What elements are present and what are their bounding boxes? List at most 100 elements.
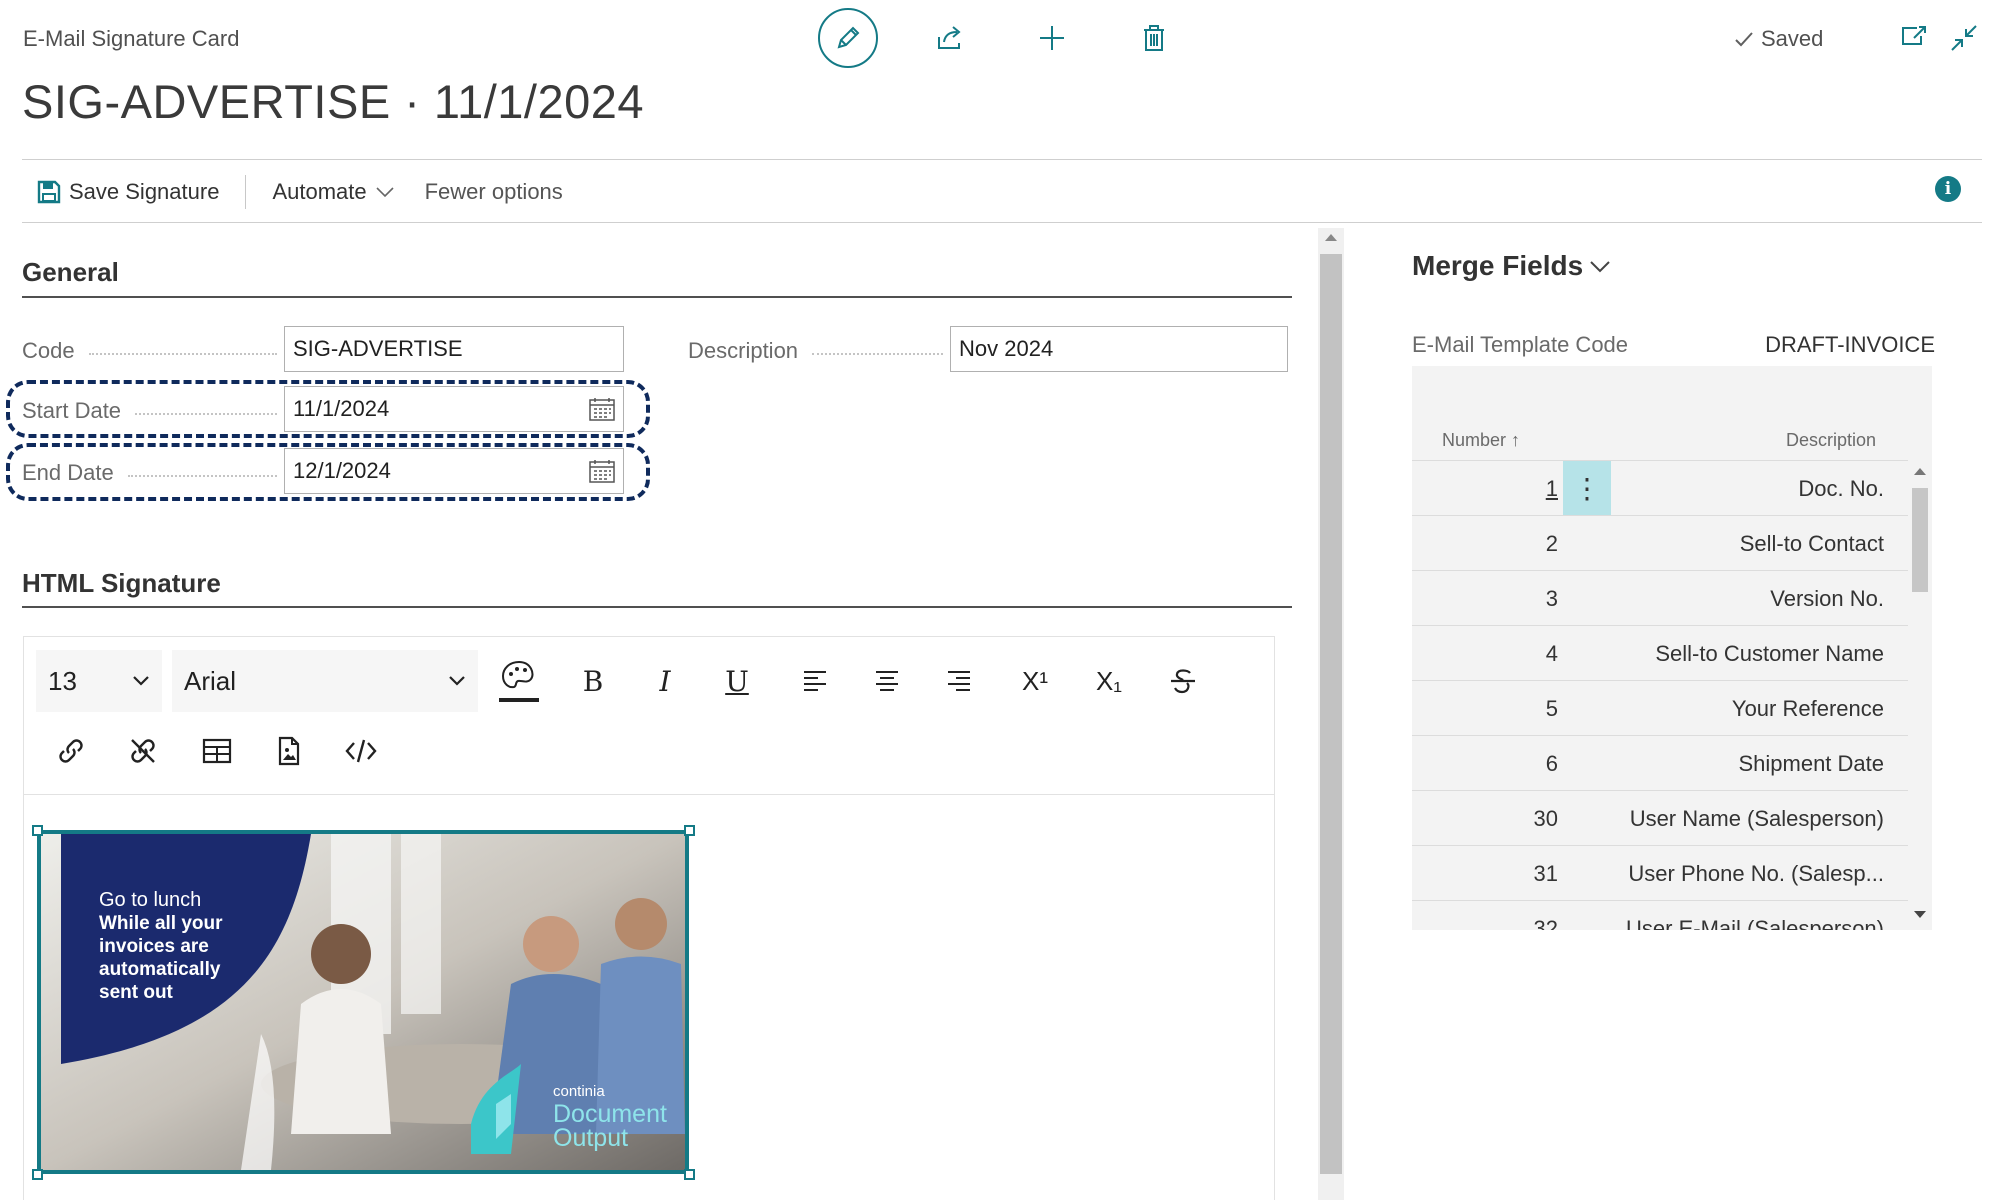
chevron-down-icon — [132, 675, 150, 687]
code-label-text: Code — [22, 338, 75, 363]
insert-image-button[interactable] — [264, 726, 314, 776]
merge-fields-title[interactable]: Merge Fields — [1412, 250, 1611, 282]
text-color-button[interactable] — [494, 656, 544, 706]
start-date-field[interactable]: 11/1/2024 — [284, 386, 624, 432]
table-scrollbar-thumb[interactable] — [1912, 488, 1928, 592]
row-actions-menu[interactable]: ⋮ — [1563, 461, 1611, 515]
label-dots — [127, 475, 277, 477]
resize-handle[interactable] — [32, 825, 43, 836]
remove-link-button[interactable] — [118, 726, 168, 776]
label-dots — [88, 353, 277, 355]
description-label-text: Description — [688, 338, 799, 363]
underline-icon: U — [725, 664, 749, 698]
font-family-value: Arial — [184, 665, 237, 696]
end-date-label-text: End Date — [22, 460, 114, 485]
resize-handle[interactable] — [684, 1169, 695, 1180]
calendar-icon[interactable] — [589, 459, 615, 483]
main-scrollbar-thumb[interactable] — [1320, 254, 1342, 1174]
share-icon — [935, 23, 965, 53]
column-header-number[interactable]: Number ↑ — [1442, 430, 1520, 451]
code-icon — [345, 738, 377, 764]
row-description: User Phone No. (Salesp... — [1628, 861, 1884, 886]
table-row[interactable]: 3 Version No. — [1412, 570, 1908, 625]
saved-status: Saved — [1733, 26, 1823, 52]
row-number: 3 — [1545, 586, 1558, 611]
superscript-button[interactable]: X¹ — [1010, 656, 1060, 706]
share-button[interactable] — [920, 8, 980, 68]
image-text-line2: While all your — [99, 913, 223, 934]
image-text-line4: automatically — [99, 959, 221, 980]
collapse-icon — [1950, 24, 1978, 52]
html-signature-section-title[interactable]: HTML Signature — [22, 568, 221, 599]
fewer-options-label: Fewer options — [424, 179, 563, 204]
end-date-field[interactable]: 12/1/2024 — [284, 448, 624, 494]
resize-handle[interactable] — [684, 825, 695, 836]
font-family-select[interactable]: Arial — [172, 650, 478, 712]
general-section-title[interactable]: General — [22, 257, 119, 288]
open-in-new-icon — [1900, 24, 1928, 48]
superscript-icon: X¹ — [1022, 665, 1048, 696]
signature-image[interactable]: Go to lunch While all your invoices are … — [37, 830, 689, 1174]
info-icon[interactable]: i — [1935, 176, 1961, 202]
edit-button[interactable] — [818, 8, 878, 68]
scroll-up-icon[interactable] — [1912, 466, 1928, 476]
row-number: 4 — [1545, 641, 1558, 666]
column-header-description[interactable]: Description — [1786, 430, 1876, 451]
delete-button[interactable] — [1124, 8, 1184, 68]
strikethrough-icon — [1169, 667, 1197, 695]
table-header: Number ↑ Description — [1412, 420, 1932, 460]
table-row[interactable]: 4 Sell-to Customer Name — [1412, 625, 1908, 680]
align-right-button[interactable] — [934, 656, 984, 706]
align-left-button[interactable] — [790, 656, 840, 706]
header-divider — [22, 159, 1982, 160]
plus-icon — [1037, 23, 1067, 53]
insert-link-button[interactable] — [46, 726, 96, 776]
resize-handle[interactable] — [32, 1169, 43, 1180]
image-text-line5: sent out — [99, 982, 174, 1003]
trash-icon — [1140, 23, 1168, 53]
end-date-value: 12/1/2024 — [293, 458, 391, 483]
bold-button[interactable]: B — [568, 656, 618, 706]
row-number: 30 — [1533, 806, 1558, 831]
row-number: 2 — [1545, 531, 1558, 556]
scroll-up-icon[interactable] — [1323, 232, 1339, 242]
table-row[interactable]: 31 User Phone No. (Salesp... — [1412, 845, 1908, 900]
collapse-button[interactable] — [1950, 24, 1978, 52]
row-description: Sell-to Customer Name — [1655, 641, 1884, 666]
italic-button[interactable]: I — [640, 656, 690, 706]
save-signature-button[interactable]: Save Signature — [37, 179, 219, 205]
code-field[interactable]: SIG-ADVERTISE — [284, 326, 624, 372]
italic-icon: I — [659, 664, 671, 698]
scroll-down-icon[interactable] — [1912, 910, 1928, 920]
underline-button[interactable]: U — [712, 656, 762, 706]
table-row[interactable]: 2 Sell-to Contact — [1412, 515, 1908, 570]
source-code-button[interactable] — [336, 726, 386, 776]
table-row[interactable]: 5 Your Reference — [1412, 680, 1908, 735]
table-row[interactable]: 6 Shipment Date — [1412, 735, 1908, 790]
fewer-options-button[interactable]: Fewer options — [425, 179, 563, 205]
breadcrumb: E-Mail Signature Card — [23, 26, 240, 51]
table-row[interactable]: 1 ⋮ Doc. No. — [1412, 460, 1908, 515]
image-text-line1: Go to lunch — [99, 889, 201, 911]
description-field[interactable]: Nov 2024 — [950, 326, 1288, 372]
automate-menu[interactable]: Automate — [272, 179, 394, 205]
align-right-icon — [946, 669, 972, 693]
link-icon — [56, 736, 86, 766]
new-button[interactable] — [1022, 8, 1082, 68]
table-row[interactable]: 32 User E-Mail (Salesperson) — [1412, 900, 1908, 930]
template-code-label: E-Mail Template Code — [1412, 332, 1629, 357]
insert-table-button[interactable] — [192, 726, 242, 776]
align-center-button[interactable] — [862, 656, 912, 706]
subscript-button[interactable]: X₁ — [1084, 656, 1134, 706]
general-section-line — [22, 296, 1292, 298]
row-number: 32 — [1533, 916, 1558, 930]
description-label: Description — [688, 338, 943, 364]
font-size-select[interactable]: 13 — [36, 650, 162, 712]
table-row[interactable]: 30 User Name (Salesperson) — [1412, 790, 1908, 845]
open-new-window-button[interactable] — [1900, 24, 1928, 48]
save-signature-label: Save Signature — [69, 179, 220, 204]
calendar-icon[interactable] — [589, 397, 615, 421]
image-text-line3: invoices are — [99, 936, 209, 957]
strikethrough-button[interactable] — [1158, 656, 1208, 706]
row-number[interactable]: 1 — [1412, 476, 1558, 502]
